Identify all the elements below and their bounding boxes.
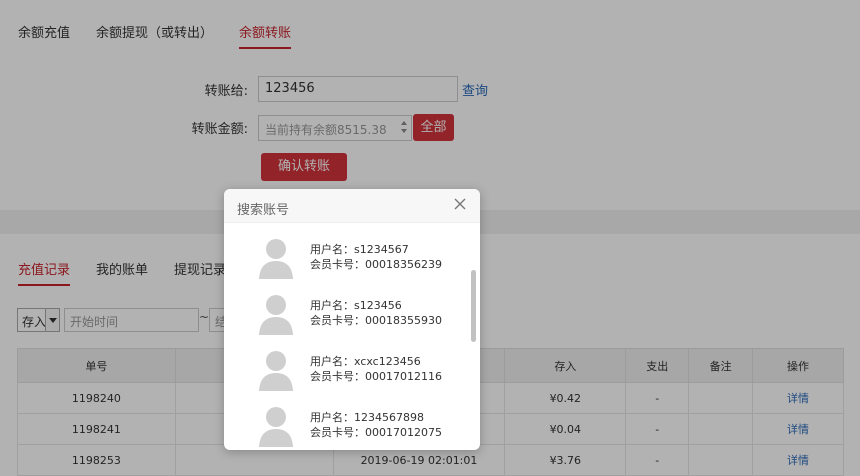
card-line: 会员卡号：00018355930 <box>310 313 442 328</box>
username-label: 用户名： <box>310 243 354 256</box>
account-list: 用户名：s1234567 会员卡号：00018356239 用户名：s12345… <box>224 223 480 450</box>
username-value: 1234567898 <box>354 411 424 424</box>
card-value: 00017012075 <box>365 426 442 439</box>
username-value: s1234567 <box>354 243 409 256</box>
username-line: 用户名：s123456 <box>310 298 442 313</box>
list-item[interactable]: 用户名：s123456 会员卡号：00018355930 <box>224 293 468 349</box>
card-label: 会员卡号： <box>310 258 365 271</box>
user-info: 用户名：s1234567 会员卡号：00018356239 <box>310 242 442 272</box>
username-label: 用户名： <box>310 355 354 368</box>
card-label: 会员卡号： <box>310 426 365 439</box>
user-info: 用户名：1234567898 会员卡号：00017012075 <box>310 410 442 440</box>
username-line: 用户名：1234567898 <box>310 410 442 425</box>
avatar-icon <box>258 405 294 447</box>
card-line: 会员卡号：00018356239 <box>310 257 442 272</box>
avatar-icon <box>258 293 294 335</box>
card-line: 会员卡号：00017012116 <box>310 369 442 384</box>
list-item[interactable]: 用户名：s1234567 会员卡号：00018356239 <box>224 237 468 293</box>
card-label: 会员卡号： <box>310 314 365 327</box>
avatar-icon <box>258 349 294 391</box>
search-account-modal: 搜索账号 用户名：s1234567 会员卡号：00018356239 用户名：s… <box>224 189 480 450</box>
username-line: 用户名：xcxc123456 <box>310 354 442 369</box>
username-value: xcxc123456 <box>354 355 421 368</box>
list-item[interactable]: 用户名：xcxc123456 会员卡号：00017012116 <box>224 349 468 405</box>
username-line: 用户名：s1234567 <box>310 242 442 257</box>
modal-header: 搜索账号 <box>224 189 480 223</box>
list-scrollbar[interactable] <box>471 270 476 342</box>
user-info: 用户名：xcxc123456 会员卡号：00017012116 <box>310 354 442 384</box>
card-label: 会员卡号： <box>310 370 365 383</box>
card-line: 会员卡号：00017012075 <box>310 425 442 440</box>
close-icon[interactable] <box>452 196 468 212</box>
username-value: s123456 <box>354 299 402 312</box>
modal-title: 搜索账号 <box>237 203 290 218</box>
username-label: 用户名： <box>310 411 354 424</box>
list-item[interactable]: 用户名：1234567898 会员卡号：00017012075 <box>224 405 468 450</box>
card-value: 00018355930 <box>365 314 442 327</box>
card-value: 00018356239 <box>365 258 442 271</box>
avatar-icon <box>258 237 294 279</box>
card-value: 00017012116 <box>365 370 442 383</box>
user-info: 用户名：s123456 会员卡号：00018355930 <box>310 298 442 328</box>
username-label: 用户名： <box>310 299 354 312</box>
